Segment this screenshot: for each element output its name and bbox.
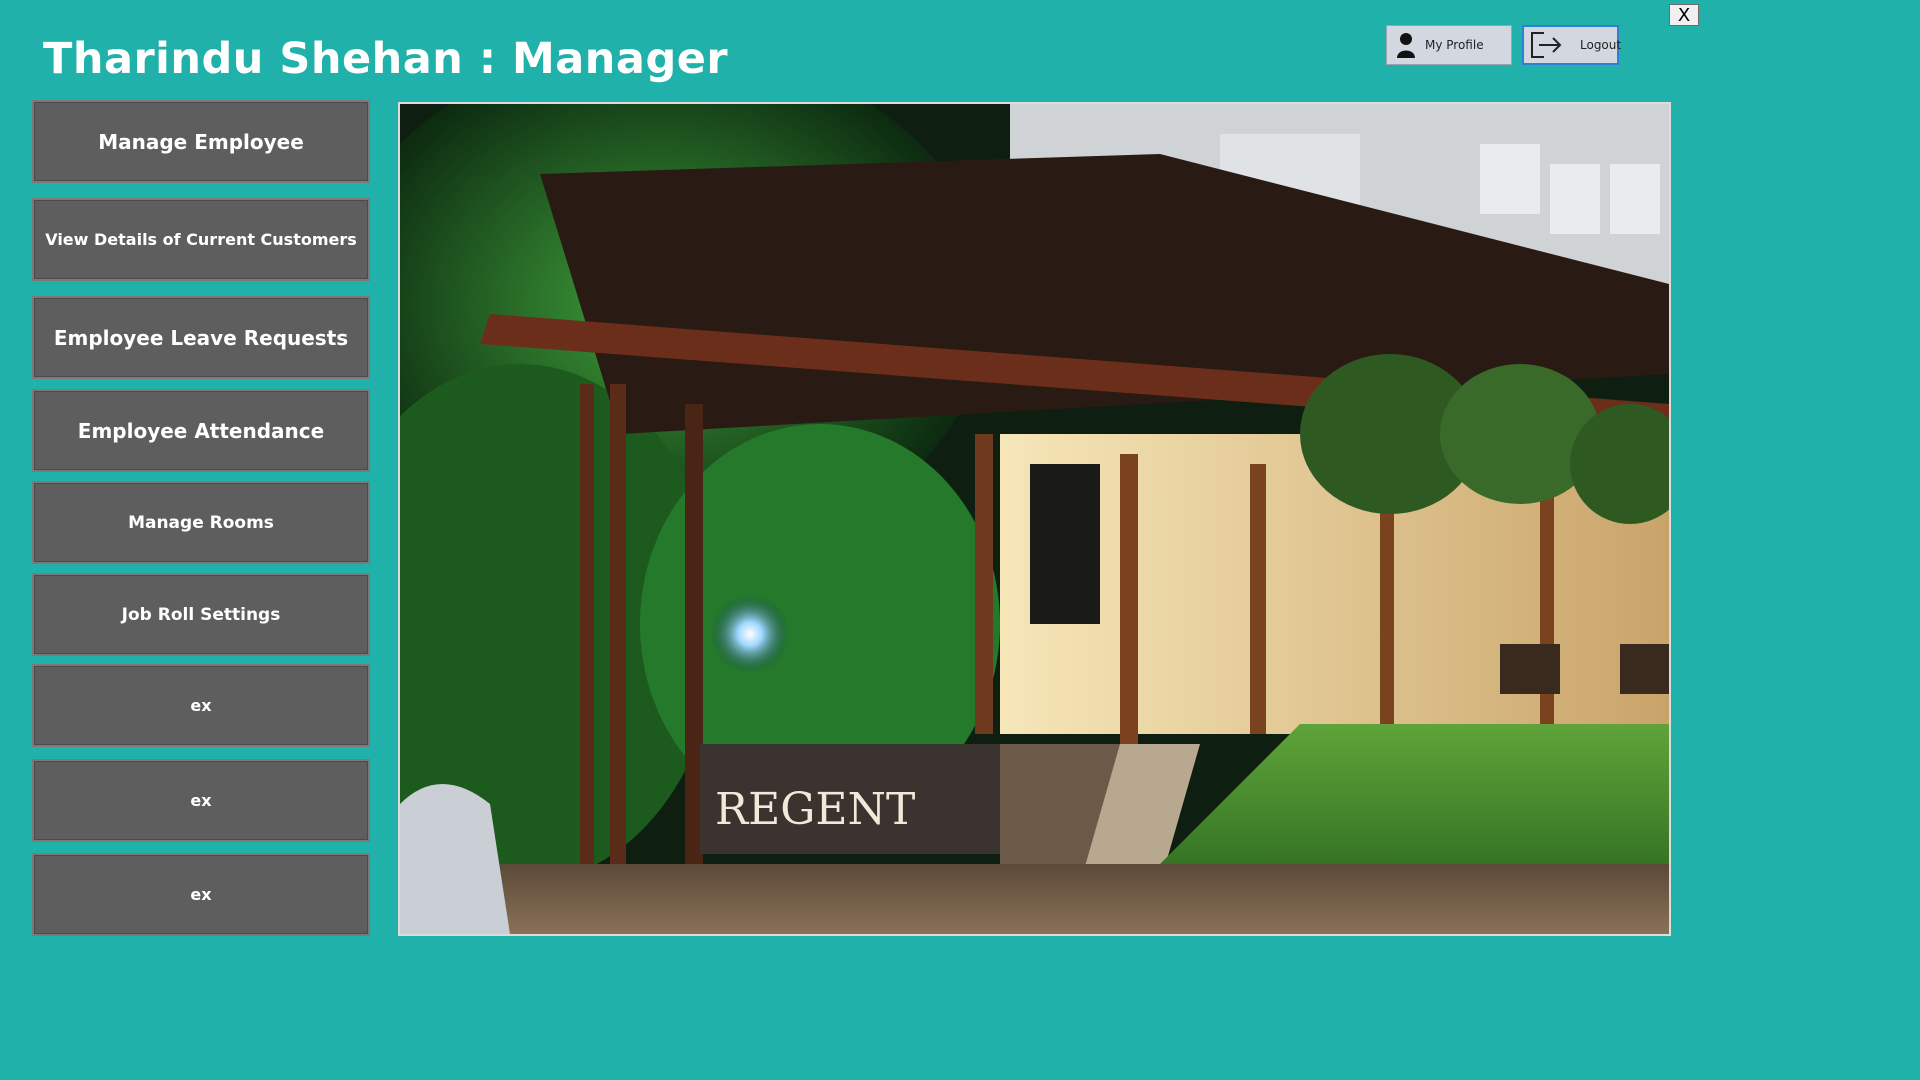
hotel-photo: REGENT [398,102,1671,936]
menu-item-label: ex [190,696,212,715]
menu-item-label: View Details of Current Customers [45,230,357,249]
menu-item-label: Employee Leave Requests [53,325,349,350]
my-profile-button[interactable]: My Profile [1386,25,1512,65]
menu-item-label: ex [190,791,212,810]
close-button[interactable]: X [1669,4,1699,26]
logout-arrow-icon [1531,32,1562,58]
logout-button[interactable]: Logout [1522,25,1622,65]
menu-item-label: Job Roll Settings [121,604,281,625]
view-customers-button[interactable]: View Details of Current Customers [32,198,370,281]
logout-label: Logout [1580,38,1622,52]
ex-button-1[interactable]: ex [32,664,370,747]
menu-item-label: Manage Employee [98,129,304,154]
job-roll-settings-button[interactable]: Job Roll Settings [32,573,370,656]
my-profile-label: My Profile [1425,38,1484,52]
ex-button-2[interactable]: ex [32,759,370,842]
ex-button-3[interactable]: ex [32,853,370,936]
menu-item-label: Manage Rooms [128,512,274,533]
attendance-button[interactable]: Employee Attendance [32,389,370,472]
regent-sign-text: REGENT [715,784,915,835]
menu-item-label: Employee Attendance [77,418,325,443]
close-icon: X [1677,4,1691,26]
leave-requests-button[interactable]: Employee Leave Requests [32,296,370,379]
user-icon [1397,33,1415,58]
manage-rooms-button[interactable]: Manage Rooms [32,481,370,564]
menu-item-label: ex [190,885,212,904]
page-title: Tharindu Shehan : Manager [43,34,729,84]
manage-employee-button[interactable]: Manage Employee [32,100,370,183]
